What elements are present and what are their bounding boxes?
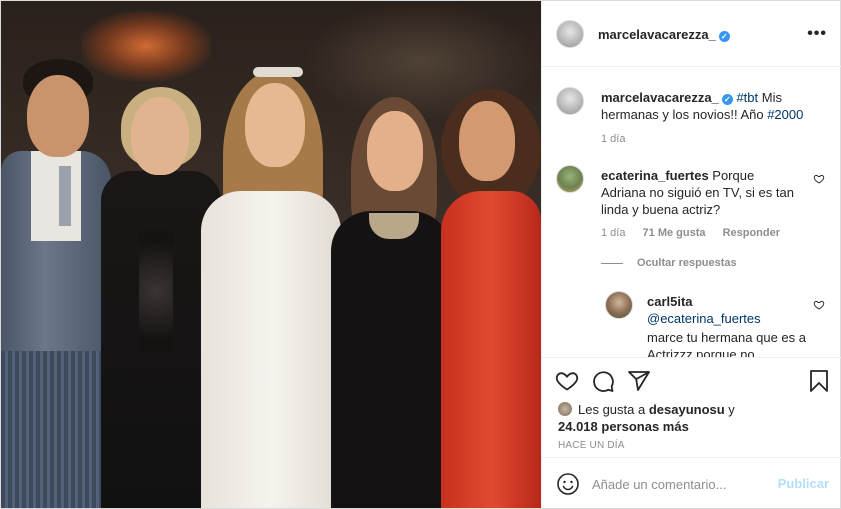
more-icon[interactable]: ••• xyxy=(807,25,827,43)
reply-like-heart-icon[interactable] xyxy=(813,299,825,311)
caption-username[interactable]: marcelavacarezza_ xyxy=(601,90,719,105)
heart-icon[interactable] xyxy=(555,369,579,393)
caption: marcelavacarezza_ ✓ #tbt Mis hermanas y l… xyxy=(556,87,827,167)
background-light xyxy=(81,11,211,81)
liker-avatar[interactable] xyxy=(558,402,572,416)
post-timestamp[interactable]: HACE UN DÍA xyxy=(558,440,625,451)
comment-meta: 1 día 71 Me gusta Responder xyxy=(601,227,794,239)
post-details-panel: marcelavacarezza_ ✓ ••• marcelavacarezza_… xyxy=(541,1,841,508)
hashtag-link[interactable]: #tbt xyxy=(736,90,758,105)
comment-composer: Publicar xyxy=(542,457,841,508)
comment-text: ecaterina_fuertes Porque Adriana no sigu… xyxy=(601,167,797,218)
comment-avatar[interactable] xyxy=(556,165,584,193)
replies-line xyxy=(601,262,623,264)
reply-username[interactable]: carl5ita xyxy=(647,293,807,310)
comment-input[interactable] xyxy=(592,472,772,496)
reply-text: carl5ita @ecaterina_fuertes marce tu her… xyxy=(647,293,807,357)
hide-replies-label[interactable]: Ocultar respuestas xyxy=(637,257,737,269)
likes-summary: Les gusta a desayunosu y 24.018 personas… xyxy=(558,401,818,435)
hashtag-year-link[interactable]: #2000 xyxy=(767,107,803,122)
publish-button[interactable]: Publicar xyxy=(778,476,829,491)
share-icon[interactable] xyxy=(627,369,651,393)
reply-item: carl5ita @ecaterina_fuertes marce tu her… xyxy=(605,291,827,357)
verified-badge-icon: ✓ xyxy=(718,31,730,42)
reply-body: marce tu hermana que es a Actrizzz porqu… xyxy=(647,330,806,357)
hide-replies-button[interactable]: Ocultar respuestas xyxy=(601,257,737,269)
liker-username[interactable]: desayunosu xyxy=(649,402,725,417)
caption-avatar[interactable] xyxy=(556,87,584,115)
reply-button[interactable]: Responder xyxy=(723,227,780,239)
emoji-icon[interactable] xyxy=(556,472,580,496)
comment-like-heart-icon[interactable] xyxy=(813,173,825,185)
verified-badge-icon: ✓ xyxy=(721,94,733,105)
post-header: marcelavacarezza_ ✓ ••• xyxy=(542,1,841,67)
caption-time[interactable]: 1 día xyxy=(601,133,625,145)
post-actions: Les gusta a desayunosu y 24.018 personas… xyxy=(542,357,841,457)
author-username[interactable]: marcelavacarezza_ ✓ xyxy=(598,27,730,42)
post-photo[interactable] xyxy=(1,1,541,508)
comment-likes[interactable]: 71 Me gusta xyxy=(643,227,706,239)
comments-list[interactable]: marcelavacarezza_ ✓ #tbt Mis hermanas y l… xyxy=(542,67,841,357)
author-avatar[interactable] xyxy=(556,20,584,48)
reply-mention-link[interactable]: @ecaterina_fuertes xyxy=(647,310,807,327)
reply-avatar[interactable] xyxy=(605,291,633,319)
author-username-text[interactable]: marcelavacarezza_ xyxy=(598,27,716,42)
likes-middle: y xyxy=(724,402,735,417)
caption-text: marcelavacarezza_ ✓ #tbt Mis hermanas y l… xyxy=(601,89,807,123)
caption-meta: 1 día xyxy=(601,133,639,145)
comment-icon[interactable] xyxy=(591,369,615,393)
instagram-post: marcelavacarezza_ ✓ ••• marcelavacarezza_… xyxy=(0,0,841,509)
comment-time[interactable]: 1 día xyxy=(601,227,625,239)
comment-username[interactable]: ecaterina_fuertes xyxy=(601,168,709,183)
bookmark-icon[interactable] xyxy=(807,369,831,393)
likes-prefix: Les gusta a xyxy=(578,402,649,417)
likes-count[interactable]: 24.018 personas más xyxy=(558,419,689,434)
